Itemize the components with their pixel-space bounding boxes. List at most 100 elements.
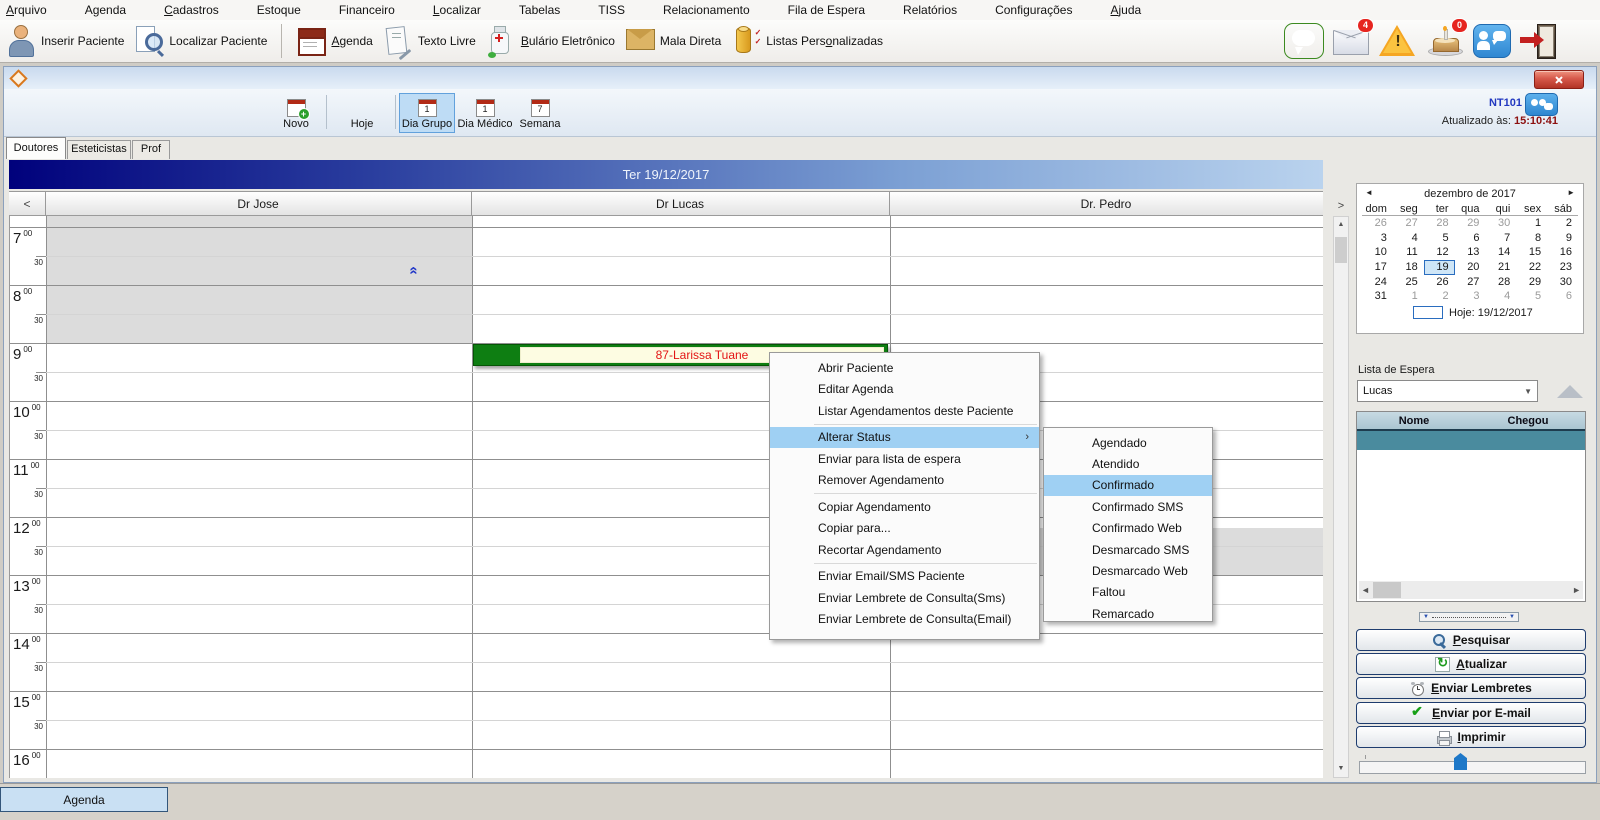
context-menu-item-enviar-lembrete-de-consulta-sms[interactable]: Enviar Lembrete de Consulta(Sms) [770,587,1039,609]
menubar-item-ajuda[interactable]: Ajuda [1110,3,1141,17]
calendar-next-month-icon[interactable]: ► [1567,188,1575,197]
window-titlebar[interactable] [4,67,1596,90]
mail-icon[interactable]: 4 [1330,22,1372,60]
calendar-day[interactable]: 11 [1393,245,1424,260]
zoom-slider[interactable] [1359,761,1586,774]
menubar-item-tiss[interactable]: TISS [598,3,625,17]
calendar-day[interactable]: 8 [1516,231,1547,246]
calendar-day[interactable]: 5 [1516,289,1547,304]
waiting-list-dropdown[interactable]: Lucas ▼ [1357,380,1538,402]
toolbar-button-localizar-paciente[interactable]: Localizar Paciente [134,24,267,58]
status-submenu-item-confirmado[interactable]: Confirmado [1044,475,1212,496]
calendar-day[interactable]: 1 [1516,216,1547,231]
menubar-item-cadastros[interactable]: Cadastros [164,3,219,17]
column-nome[interactable]: Nome [1357,412,1471,429]
zoom-slider-thumb[interactable] [1454,753,1467,770]
menubar-item-tabelas[interactable]: Tabelas [519,3,560,17]
context-menu-item-recortar-agendamento[interactable]: Recortar Agendamento [770,539,1039,561]
menubar-item-relacionamento[interactable]: Relacionamento [663,3,750,17]
calendar-day[interactable]: 10 [1362,245,1393,260]
calendar-day[interactable]: 2 [1424,289,1455,304]
grid-vertical-scrollbar[interactable]: ▲ ▼ [1333,216,1349,778]
imprimir-button[interactable]: Imprimir [1356,726,1586,748]
toolbar-button-mala-direta[interactable]: Mala Direta [625,24,721,58]
birthday-icon[interactable]: 0 [1424,22,1466,60]
calendar-day[interactable]: 9 [1547,231,1578,246]
context-menu-item-copiar-agendamento[interactable]: Copiar Agendamento [770,496,1039,518]
calendar-day[interactable]: 28 [1424,216,1455,231]
close-button[interactable] [1534,70,1584,89]
calendar-day[interactable]: 24 [1362,275,1393,290]
scroll-columns-right-icon[interactable]: > [1333,196,1349,216]
column-header-dr-jose[interactable]: Dr Jose [45,192,472,215]
calendar-day[interactable]: 12 [1424,245,1455,260]
toolbar-button-agenda[interactable]: Agenda [296,24,372,58]
context-menu-item-remover-agendamento[interactable]: Remover Agendamento [770,470,1039,492]
scroll-columns-left-icon[interactable]: < [9,192,46,215]
calendar-day[interactable]: 22 [1516,260,1547,275]
novo-button[interactable]: + Novo [271,93,321,133]
scrollbar-thumb[interactable] [1335,237,1347,263]
calendar-day[interactable]: 16 [1547,245,1578,260]
scroll-down-icon[interactable]: ▼ [1334,761,1348,777]
collapse-panel-triangle-icon[interactable] [1557,385,1583,398]
menubar-item-localizar[interactable]: Localizar [433,3,481,17]
scroll-right-icon[interactable]: ► [1572,581,1581,599]
calendar-day[interactable]: 30 [1547,275,1578,290]
pesquisar-button[interactable]: Pesquisar [1356,629,1586,651]
calendar-prev-month-icon[interactable]: ◄ [1365,188,1373,197]
calendar-day[interactable]: 6 [1455,231,1486,246]
calendar-day[interactable]: 4 [1393,231,1424,246]
status-submenu-item-desmarcado-web[interactable]: Desmarcado Web [1044,560,1212,581]
calendar-day[interactable]: 27 [1455,275,1486,290]
context-menu-item-enviar-para-lista-de-espera[interactable]: Enviar para lista de espera [770,448,1039,470]
menubar-item-fila-de-espera[interactable]: Fila de Espera [788,3,865,17]
tab-prof[interactable]: Prof [132,140,170,159]
scroll-left-icon[interactable]: ◄ [1361,581,1370,599]
hoje-button[interactable]: Hoje [332,93,392,133]
column-header-dr-lucas[interactable]: Dr Lucas [471,192,890,215]
calendar-day[interactable]: 13 [1455,245,1486,260]
status-submenu-item-confirmado-web[interactable]: Confirmado Web [1044,518,1212,539]
calendar-day[interactable]: 14 [1485,245,1516,260]
calendar-day[interactable]: 29 [1455,216,1486,231]
people-chat-icon[interactable] [1525,93,1558,116]
scroll-up-icon[interactable]: ▲ [1334,217,1348,233]
calendar-day[interactable]: 1 [1393,289,1424,304]
calendar-day[interactable]: 21 [1485,260,1516,275]
calendar-day[interactable]: 25 [1393,275,1424,290]
waiting-list-table[interactable]: Nome Chegou ◄ ► [1356,411,1586,602]
atualizar-button[interactable]: ↻Atualizar [1356,653,1586,675]
calendar-today-label[interactable]: Hoje: 19/12/2017 [1449,307,1533,319]
calendar-day[interactable]: 18 [1393,260,1424,275]
column-header-dr-pedro[interactable]: Dr. Pedro [889,192,1323,215]
menubar-item-agenda[interactable]: Agenda [85,3,126,17]
calendar-day[interactable]: 29 [1516,275,1547,290]
calendar-day[interactable]: 6 [1547,289,1578,304]
exit-icon[interactable] [1518,22,1560,60]
context-menu-item-editar-agenda[interactable]: Editar Agenda [770,379,1039,401]
chat-icon[interactable] [1283,22,1325,60]
dia-medico-button[interactable]: 1 Dia Médico [456,93,514,133]
tab-esteticistas[interactable]: Esteticistas [67,140,131,159]
calendar-day[interactable]: 28 [1485,275,1516,290]
context-menu-item-alterar-status[interactable]: Alterar Status› [770,427,1039,449]
menubar-item-financeiro[interactable]: Financeiro [339,3,395,17]
calendar-day[interactable]: 3 [1362,231,1393,246]
calendar-day[interactable]: 7 [1485,231,1516,246]
calendar-day[interactable]: 4 [1485,289,1516,304]
waiting-list-selected-row[interactable] [1357,431,1585,450]
calendar-day[interactable]: 27 [1393,216,1424,231]
calendar-day[interactable]: 2 [1547,216,1578,231]
context-menu-item-enviar-lembrete-de-consulta-email[interactable]: Enviar Lembrete de Consulta(Email) [770,609,1039,631]
toolbar-button-inserir-paciente[interactable]: Inserir Paciente [6,24,124,58]
toolbar-button-listas-personalizadas[interactable]: ✓✓Listas Personalizadas [731,24,883,58]
status-submenu-item-atendido[interactable]: Atendido [1044,453,1212,474]
collapse-chevron-icon[interactable]: « [406,266,423,274]
status-submenu-item-remarcado[interactable]: Remarcado [1044,603,1212,624]
waiting-list-hscrollbar[interactable]: ◄ ► [1359,581,1583,599]
status-submenu-item-confirmado-sms[interactable]: Confirmado SMS [1044,496,1212,517]
people-chat-icon[interactable] [1471,22,1513,60]
calendar-day[interactable]: 17 [1362,260,1393,275]
context-menu-item-abrir-paciente[interactable]: Abrir Paciente [770,357,1039,379]
